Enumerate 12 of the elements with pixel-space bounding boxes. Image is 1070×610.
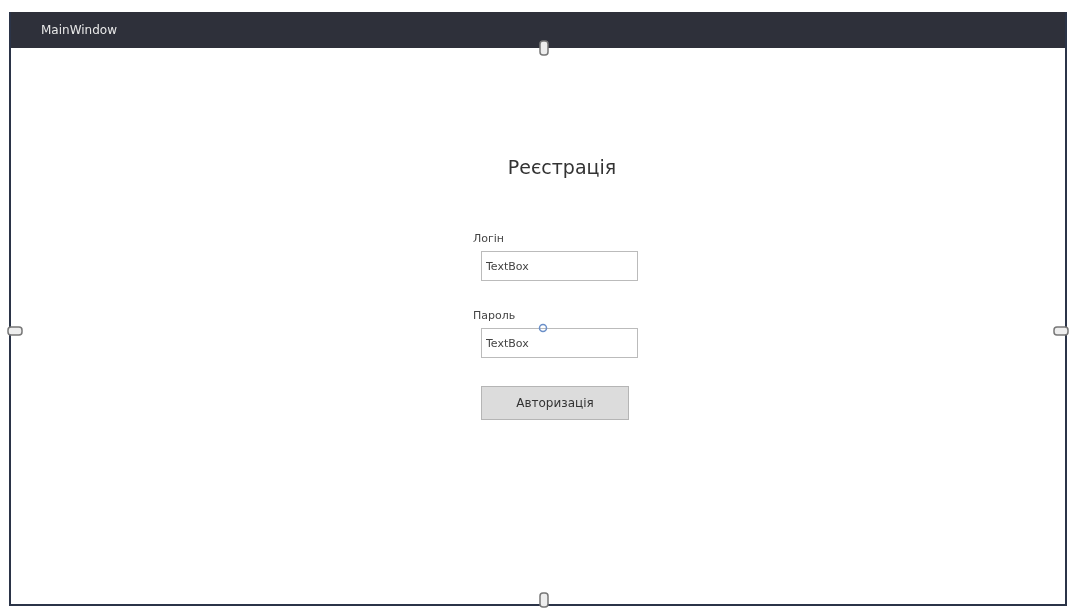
input-field[interactable]: TextBox [481, 328, 638, 358]
resize-handle-icon[interactable] [539, 592, 549, 608]
window-title: MainWindow [41, 23, 117, 37]
rotate-cursor-icon [538, 323, 548, 333]
field-label: Пароль [473, 309, 517, 322]
resize-handle-icon[interactable] [1053, 326, 1069, 336]
resize-handle-icon[interactable] [539, 40, 549, 56]
field-label: Логін [473, 232, 506, 245]
input-field[interactable]: TextBox [481, 251, 638, 281]
resize-handle-icon[interactable] [7, 326, 23, 336]
form-heading: Реєстрація [506, 156, 618, 178]
authorize-button[interactable]: Авторизація [481, 386, 629, 420]
